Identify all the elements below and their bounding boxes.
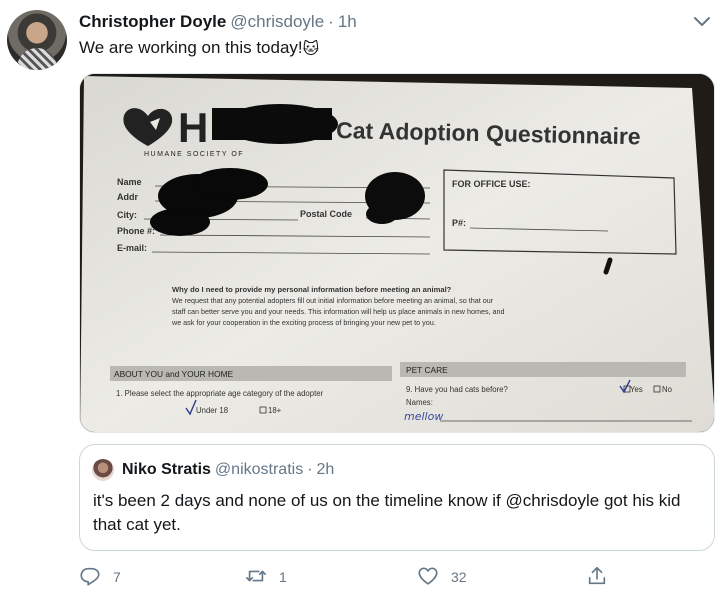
why-line-2: staff can better serve you and your need… [172, 307, 505, 316]
field-city: City: [117, 210, 137, 220]
quoted-separator-dot: · [307, 461, 313, 478]
tweet-header: Christopher Doyle @chrisdoyle · 1h [79, 12, 357, 32]
org-letters: H [178, 104, 208, 151]
reply-icon [79, 565, 101, 590]
section-pet-care: PET CARE [406, 365, 448, 375]
tweet-text: We are working on this today!🐱 [79, 37, 319, 61]
quoted-tweet-timestamp: 2h [316, 461, 335, 478]
why-heading: Why do I need to provide my personal inf… [172, 285, 452, 294]
quoted-author-display-name: Niko Stratis [122, 461, 211, 478]
quoted-tweet[interactable]: Niko Stratis @nikostratis · 2h it's been 2 … [79, 444, 715, 551]
q9-no: No [662, 385, 673, 394]
org-name: HUMANE SOCIETY OF [144, 151, 244, 158]
heart-icon [417, 565, 439, 590]
separator-dot: · [328, 12, 334, 31]
field-postal: Postal Code [300, 209, 352, 219]
p-number-label: P#: [452, 218, 466, 228]
field-name: Name [117, 177, 142, 187]
q9-yes: Yes [630, 385, 643, 394]
reply-button[interactable]: 7 [79, 563, 121, 591]
like-button[interactable]: 32 [417, 563, 467, 591]
tweet-actions: 7 1 32 [79, 563, 715, 591]
q1-option-18-plus: 18+ [268, 406, 282, 415]
like-count: 32 [451, 569, 467, 585]
author-avatar[interactable] [7, 10, 67, 70]
names-handwriting: mellow [404, 410, 443, 423]
q1-option-under-18: Under 18 [196, 406, 228, 415]
cat-emoji: 🐱 [302, 41, 320, 58]
field-email: E-mail: [117, 243, 147, 253]
quoted-tweet-header: Niko Stratis @nikostratis · 2h [122, 460, 334, 480]
retweet-count: 1 [279, 569, 287, 585]
quoted-author-handle: @nikostratis [214, 461, 304, 478]
author-display-name[interactable]: Christopher Doyle [79, 12, 226, 31]
retweet-icon [245, 565, 267, 590]
tweet[interactable]: Christopher Doyle @chrisdoyle · 1h We are w… [0, 0, 727, 592]
quoted-tweet-text: it's been 2 days and none of us on the t… [93, 491, 681, 534]
reply-count: 7 [113, 569, 121, 585]
question-9: 9. Have you had cats before? [406, 385, 509, 394]
author-handle[interactable]: @chrisdoyle [230, 12, 324, 31]
tweet-text-content: We are working on this today! [79, 38, 303, 57]
share-icon [586, 565, 608, 590]
section-about-you: ABOUT YOU and YOUR HOME [114, 369, 234, 379]
field-address: Addr [117, 192, 138, 202]
names-label: Names: [406, 398, 433, 407]
tweet-photo[interactable]: H HUMANE SOCIETY OF Cat Adoption Questio… [79, 73, 715, 433]
share-button[interactable] [586, 563, 608, 591]
chevron-down-icon[interactable] [693, 14, 711, 30]
question-1: 1. Please select the appropriate age cat… [116, 389, 324, 398]
field-phone: Phone #: [117, 226, 155, 236]
why-line-1: We request that any potential adopters f… [172, 296, 494, 305]
retweet-button[interactable]: 1 [245, 563, 287, 591]
office-use-label: FOR OFFICE USE: [452, 179, 531, 189]
quoted-author-avatar[interactable] [92, 459, 114, 481]
why-line-3: we ask for your cooperation in the excit… [171, 318, 436, 327]
tweet-timestamp[interactable]: 1h [338, 12, 357, 31]
